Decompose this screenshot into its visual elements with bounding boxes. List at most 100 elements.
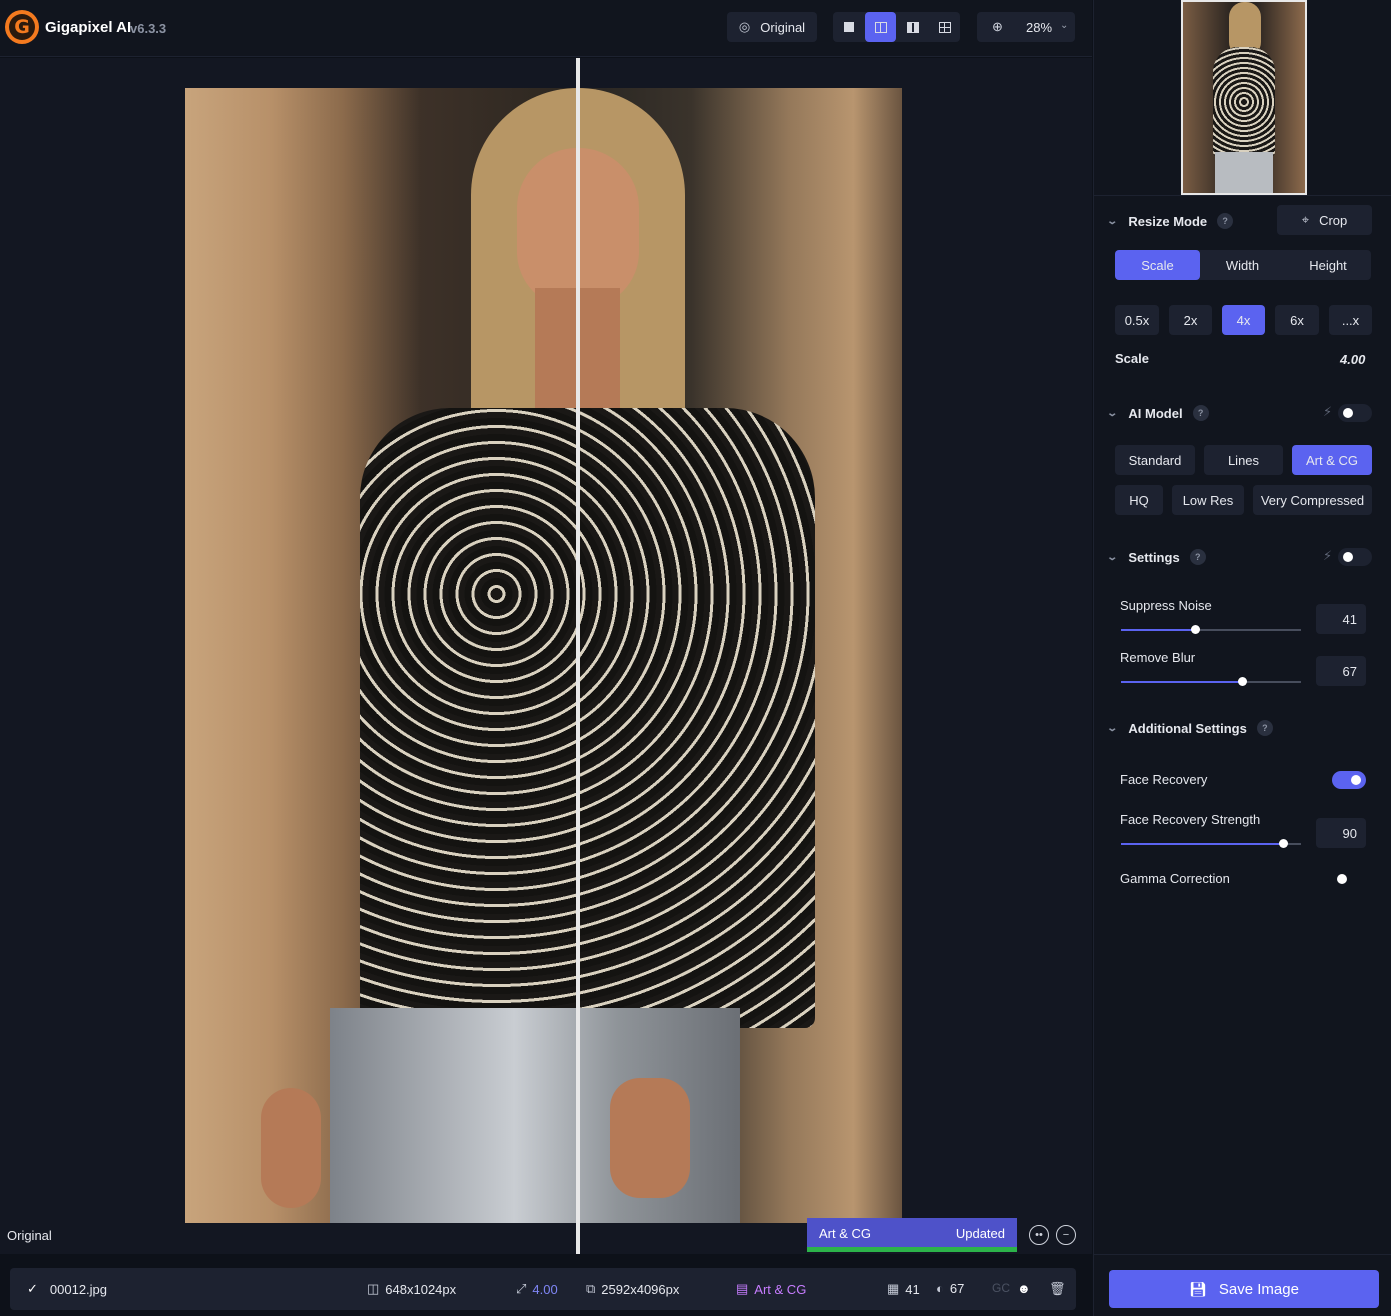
preset-2x-button[interactable]: 2x (1169, 305, 1212, 335)
split-divider-handle[interactable] (576, 58, 580, 1254)
thumb-blouse (1213, 47, 1275, 157)
additional-settings-title: Additional Settings (1128, 720, 1247, 736)
help-icon[interactable]: ? (1192, 405, 1209, 421)
preset-4x-button[interactable]: 4x (1222, 305, 1265, 335)
save-icon: 💾︎ (1189, 1280, 1207, 1297)
split-view-button[interactable] (865, 12, 896, 42)
settings-panel: ⌄ Resize Mode ? ⌖ Crop Scale Width Heigh… (1093, 0, 1391, 1316)
model-very-compressed-button[interactable]: Very Compressed (1253, 485, 1372, 515)
zoom-value: 28% (1026, 20, 1053, 35)
output-size-group: ⧉ 2592x4096px (586, 1281, 679, 1297)
face-recovery-label: Face Recovery (1120, 772, 1208, 787)
help-icon[interactable]: ? (1256, 720, 1273, 736)
ai-model-header[interactable]: ⌄ AI Model ? (1106, 405, 1209, 421)
art-model-icon: ▤ (736, 1281, 749, 1296)
subject-blouse (360, 408, 815, 1028)
file-name: 00012.jpg (49, 1281, 108, 1297)
scale-label: Scale (1115, 351, 1149, 366)
auto-lightning-icon: ⚡︎ (1323, 548, 1333, 563)
file-queue: ✓ 00012.jpg ◫ 648x1024px ⤢ 4.00 ⧉ 2592x4… (0, 1254, 1092, 1316)
status-model: Art & CG (819, 1226, 872, 1241)
gamma-indicator: GC (992, 1281, 1010, 1295)
mode-scale-button[interactable]: Scale (1115, 250, 1200, 280)
model-art-cg-button[interactable]: Art & CG (1292, 445, 1372, 475)
preset-0-5x-button[interactable]: 0.5x (1115, 305, 1159, 335)
divider (1094, 1254, 1391, 1255)
help-icon[interactable]: ? (1189, 549, 1206, 565)
zoom-control[interactable]: ⊕ 28% ⌄ (977, 12, 1075, 42)
face-recovery-toggle[interactable] (1332, 771, 1366, 789)
blur-icon: ◐ (936, 1281, 944, 1296)
slider-knob[interactable] (1190, 625, 1200, 634)
settings-header[interactable]: ⌄ Settings ? (1106, 549, 1206, 565)
model-standard-button[interactable]: Standard (1115, 445, 1195, 475)
chevron-down-icon: ⌄ (1106, 407, 1119, 419)
save-image-button[interactable]: 💾︎ Save Image (1109, 1270, 1379, 1308)
mode-width-button[interactable]: Width (1200, 250, 1285, 280)
gamma-correction-label: Gamma Correction (1120, 871, 1230, 886)
additional-settings-header[interactable]: ⌄ Additional Settings ? (1106, 720, 1273, 736)
file-scale: 4.00 (532, 1281, 558, 1297)
app-name: Gigapixel AI (45, 19, 132, 36)
face-recovery-strength-label: Face Recovery Strength (1120, 812, 1261, 827)
status-text: Updated (955, 1226, 1005, 1241)
resize-mode-header[interactable]: ⌄ Resize Mode ? (1106, 213, 1234, 229)
subject-hand-right (610, 1078, 690, 1198)
face-recovery-indicator: ☻ (1017, 1281, 1031, 1296)
chevron-down-icon: ⌄ (1106, 551, 1119, 563)
navigator-thumbnail[interactable] (1181, 0, 1307, 195)
preview-canvas[interactable]: Original Art & CG Updated •• − (0, 58, 1092, 1254)
preset-custom-button[interactable]: ...x (1329, 305, 1372, 335)
side-by-side-view-button[interactable] (897, 12, 928, 42)
remove-blur-input[interactable]: 67 (1316, 656, 1366, 686)
file-name-group: ✓ 00012.jpg (27, 1281, 107, 1297)
suppress-noise-slider[interactable] (1121, 625, 1301, 634)
suppress-noise-input[interactable]: 41 (1316, 604, 1366, 634)
export-size-icon: ⧉ (586, 1281, 596, 1296)
view-mode-group (833, 12, 960, 42)
thumb-skirt (1215, 152, 1273, 193)
resize-mode-selector: Scale Width Height (1115, 250, 1371, 280)
checkmark-icon: ✓ (27, 1281, 38, 1296)
subject-hand-left (261, 1088, 321, 1208)
face-compare-icon[interactable]: •• (1029, 1225, 1049, 1245)
face-detect-icon[interactable]: − (1056, 1225, 1076, 1245)
output-size: 2592x4096px (601, 1281, 680, 1297)
app-version: v6.3.3 (130, 21, 167, 36)
settings-title: Settings (1128, 549, 1180, 565)
slider-knob[interactable] (1237, 677, 1247, 686)
noise-icon: ▦ (887, 1281, 900, 1296)
top-toolbar: G Gigapixel AI v6.3.3 ◎ Original ⊕ 28% ⌄ (0, 0, 1092, 57)
model-hq-button[interactable]: HQ (1115, 485, 1163, 515)
model-lines-button[interactable]: Lines (1204, 445, 1283, 475)
remove-blur-label: Remove Blur (1120, 650, 1196, 665)
delete-file-button[interactable]: 🗑 (1049, 1281, 1066, 1297)
blur-group: ◐ 67 (936, 1281, 964, 1296)
chevron-down-icon: ⌄ (1106, 722, 1119, 734)
input-size-group: ◫ 648x1024px (367, 1281, 456, 1297)
crop-button[interactable]: ⌖ Crop (1277, 205, 1372, 235)
preset-6x-button[interactable]: 6x (1275, 305, 1319, 335)
grid-view-button[interactable] (929, 12, 960, 42)
model-low-res-button[interactable]: Low Res (1172, 485, 1244, 515)
scale-value[interactable]: 4.00 (1340, 352, 1365, 367)
remove-blur-slider[interactable] (1121, 677, 1301, 686)
show-original-button[interactable]: ◎ Original (727, 12, 817, 42)
single-view-icon (843, 22, 854, 32)
face-recovery-icon: ☻ (1017, 1281, 1031, 1296)
grid-view-icon (938, 21, 951, 33)
file-noise: 41 (905, 1281, 920, 1297)
scale-icon: ⤢ (516, 1281, 527, 1296)
face-recovery-strength-slider[interactable] (1121, 839, 1301, 848)
settings-auto-toggle[interactable] (1338, 548, 1372, 566)
trash-icon: 🗑 (1049, 1281, 1066, 1296)
slider-knob[interactable] (1279, 839, 1288, 848)
suppress-noise-label: Suppress Noise (1120, 598, 1212, 613)
file-row[interactable]: ✓ 00012.jpg ◫ 648x1024px ⤢ 4.00 ⧉ 2592x4… (10, 1268, 1076, 1310)
help-icon[interactable]: ? (1217, 213, 1234, 229)
face-recovery-strength-input[interactable]: 90 (1316, 818, 1366, 848)
mode-height-button[interactable]: Height (1285, 250, 1371, 280)
gamma-correction-toggle[interactable] (1332, 870, 1366, 888)
ai-model-auto-toggle[interactable] (1338, 404, 1372, 422)
single-view-button[interactable] (833, 12, 864, 42)
